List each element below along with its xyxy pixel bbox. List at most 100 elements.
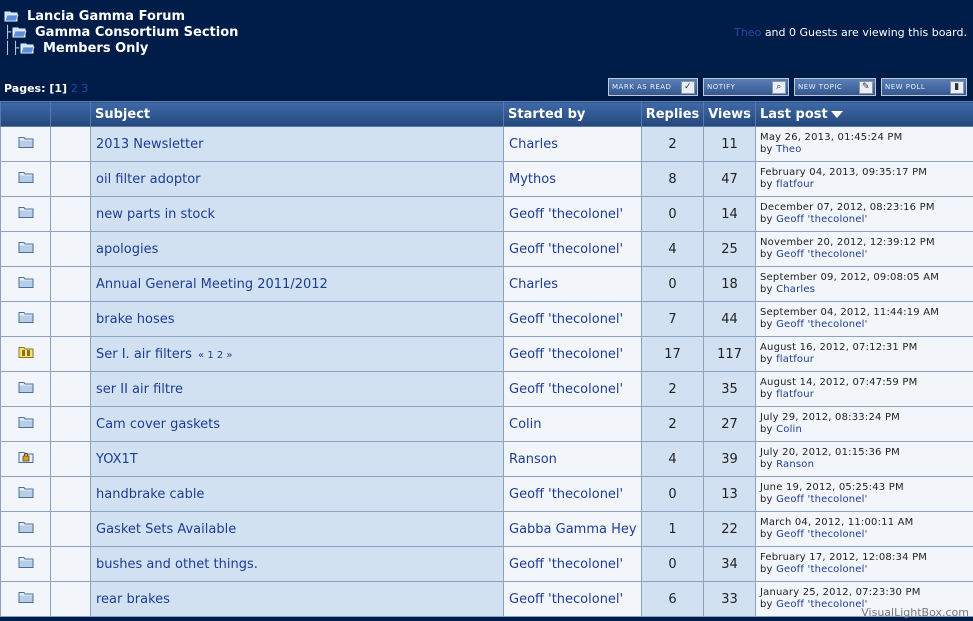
last-poster-link[interactable]: flatfour <box>776 179 814 190</box>
topic-page-links[interactable]: « 1 2 » <box>198 350 233 361</box>
last-post-date: January 25, 2012, 07:23:30 PM <box>760 587 921 598</box>
last-poster-link[interactable]: Colin <box>776 424 802 435</box>
last-poster-link[interactable]: Geoff 'thecolonel' <box>776 214 868 225</box>
views-col-header[interactable]: Views <box>703 101 756 127</box>
last-poster-link[interactable]: Geoff 'thecolonel' <box>776 529 868 540</box>
topic-subject-link[interactable]: oil filter adoptor <box>96 172 201 187</box>
last-post-col-header[interactable]: Last post <box>755 101 973 127</box>
topic-subject-link[interactable]: Annual General Meeting 2011/2012 <box>96 277 328 292</box>
tree-forum-label[interactable]: Lancia Gamma Forum <box>27 9 185 24</box>
topic-subject-link[interactable]: 2013 Newsletter <box>96 137 204 152</box>
last-poster-link[interactable]: Geoff 'thecolonel' <box>776 319 868 330</box>
topic-starter-link[interactable]: Mythos <box>509 172 556 187</box>
table-row[interactable]: handbrake cable Geoff 'thecolonel' 0 13 June… <box>0 476 973 512</box>
table-row[interactable]: rear brakes Geoff 'thecolonel' 6 33 January … <box>0 581 973 617</box>
topic-subject-link[interactable]: new parts in stock <box>96 207 215 222</box>
topic-starter-link[interactable]: Geoff 'thecolonel' <box>509 347 623 362</box>
checkbox-icon: ✓ <box>681 80 695 94</box>
topic-subject-link[interactable]: Cam cover gaskets <box>96 417 220 432</box>
topic-starter-link[interactable]: Geoff 'thecolonel' <box>509 207 623 222</box>
new-poll-button[interactable]: NEW POLL ▮ <box>881 78 967 96</box>
views-cell: 39 <box>703 441 756 477</box>
topic-starter-link[interactable]: Gabba Gamma Hey <box>509 522 637 537</box>
last-poster-link[interactable]: Geoff 'thecolonel' <box>776 564 868 575</box>
subject-col-header[interactable]: Subject <box>90 101 504 127</box>
table-row[interactable]: Gasket Sets Available Gabba Gamma Hey 1 22 M… <box>0 511 973 547</box>
folder-icon <box>18 311 34 323</box>
topic-starter-link[interactable]: Charles <box>509 137 558 152</box>
table-row[interactable]: apologies Geoff 'thecolonel' 4 25 November 2… <box>0 231 973 267</box>
last-post-cell: July 20, 2012, 01:15:36 PM by Ranson <box>755 441 973 477</box>
folder-open-icon <box>4 11 19 22</box>
by-label: by <box>760 424 773 435</box>
topic-subject-link[interactable]: handbrake cable <box>96 487 204 502</box>
topic-table: Subject Started by Replies Views Last po… <box>0 101 973 617</box>
topic-starter-link[interactable]: Charles <box>509 277 558 292</box>
tree-board-row[interactable]: │ ├ Members Only <box>4 40 238 56</box>
table-row[interactable]: ser II air filtre Geoff 'thecolonel' 2 35 Au… <box>0 371 973 407</box>
table-row[interactable]: bushes and othet things. Geoff 'thecolone… <box>0 546 973 582</box>
board-toolbar: MARK AS READ ✓ NOTIFY ⌕ NEW TOPIC ✎ NEW … <box>608 78 967 96</box>
topic-starter-link[interactable]: Geoff 'thecolonel' <box>509 592 623 607</box>
table-row[interactable]: 2013 Newsletter Charles 2 11 May 26, 2013, 0… <box>0 126 973 162</box>
topic-subject-link[interactable]: YOX1T <box>96 452 138 467</box>
last-poster-link[interactable]: Geoff 'thecolonel' <box>776 249 868 260</box>
topic-starter-link[interactable]: Ranson <box>509 452 557 467</box>
topic-subject-link[interactable]: apologies <box>96 242 158 257</box>
last-post-cell: March 04, 2012, 11:00:11 AM by Geoff 'the… <box>755 511 973 547</box>
last-poster-link[interactable]: Ranson <box>776 459 814 470</box>
subject-cell: ser II air filtre <box>90 371 504 407</box>
last-poster-link[interactable]: Theo <box>776 144 802 155</box>
topic-starter-link[interactable]: Colin <box>509 417 542 432</box>
table-row[interactable]: Annual General Meeting 2011/2012 Charles 0… <box>0 266 973 302</box>
table-row[interactable]: Cam cover gaskets Colin 2 27 July 29, 2012, … <box>0 406 973 442</box>
pages-label: Pages: <box>4 82 46 95</box>
viewer-user-link[interactable]: Theo <box>734 26 761 39</box>
starter-cell: Geoff 'thecolonel' <box>503 196 642 232</box>
topic-starter-link[interactable]: Geoff 'thecolonel' <box>509 487 623 502</box>
topic-starter-link[interactable]: Geoff 'thecolonel' <box>509 557 623 572</box>
subject-cell: YOX1T <box>90 441 504 477</box>
last-poster-link[interactable]: flatfour <box>776 389 814 400</box>
last-poster-link[interactable]: Charles <box>776 284 815 295</box>
notify-button[interactable]: NOTIFY ⌕ <box>703 78 789 96</box>
topic-subject-link[interactable]: bushes and othet things. <box>96 557 258 572</box>
last-post-date: August 14, 2012, 07:47:59 PM <box>760 377 918 388</box>
sort-descending-icon[interactable] <box>830 110 843 118</box>
tree-section-row[interactable]: ├ Gamma Consortium Section <box>4 24 238 40</box>
views-cell: 13 <box>703 476 756 512</box>
table-row[interactable]: new parts in stock Geoff 'thecolonel' 0 14 D… <box>0 196 973 232</box>
table-row[interactable]: YOX1T Ranson 4 39 July 20, 2012, 01:15:36 PM… <box>0 441 973 477</box>
last-poster-link[interactable]: Geoff 'thecolonel' <box>776 599 868 610</box>
mark-read-button[interactable]: MARK AS READ ✓ <box>608 78 698 96</box>
topic-starter-link[interactable]: Geoff 'thecolonel' <box>509 242 623 257</box>
last-post-date: November 20, 2012, 12:39:12 PM <box>760 237 935 248</box>
topic-starter-link[interactable]: Geoff 'thecolonel' <box>509 312 623 327</box>
by-label: by <box>760 144 773 155</box>
last-post-date: March 04, 2012, 11:00:11 AM <box>760 517 914 528</box>
topic-subject-link[interactable]: Ser I. air filters <box>96 347 192 362</box>
topic-subject-link[interactable]: Gasket Sets Available <box>96 522 236 537</box>
views-cell: 11 <box>703 126 756 162</box>
new-topic-button[interactable]: NEW TOPIC ✎ <box>794 78 876 96</box>
started-by-col-header[interactable]: Started by <box>503 101 642 127</box>
topic-subject-link[interactable]: rear brakes <box>96 592 170 607</box>
table-row[interactable]: oil filter adoptor Mythos 8 47 February 04, … <box>0 161 973 197</box>
subject-cell: Ser I. air filters « 1 2 » <box>90 336 504 372</box>
folder-icon <box>18 416 34 428</box>
tree-section-label[interactable]: Gamma Consortium Section <box>35 25 238 40</box>
subject-cell: Gasket Sets Available <box>90 511 504 547</box>
tree-board-label[interactable]: Members Only <box>43 41 148 56</box>
topic-subject-link[interactable]: ser II air filtre <box>96 382 183 397</box>
page-links[interactable]: 2 3 <box>71 82 89 95</box>
last-poster-link[interactable]: Geoff 'thecolonel' <box>776 494 868 505</box>
tree-forum-row[interactable]: Lancia Gamma Forum <box>4 8 238 24</box>
topic-starter-link[interactable]: Geoff 'thecolonel' <box>509 382 623 397</box>
topic-status-cell <box>0 441 51 477</box>
table-row[interactable]: Ser I. air filters « 1 2 » Geoff 'thecolo… <box>0 336 973 372</box>
topic-status-cell <box>0 371 51 407</box>
topic-subject-link[interactable]: brake hoses <box>96 312 175 327</box>
table-row[interactable]: brake hoses Geoff 'thecolonel' 7 44 Septembe… <box>0 301 973 337</box>
last-poster-link[interactable]: flatfour <box>776 354 814 365</box>
replies-col-header[interactable]: Replies <box>641 101 704 127</box>
